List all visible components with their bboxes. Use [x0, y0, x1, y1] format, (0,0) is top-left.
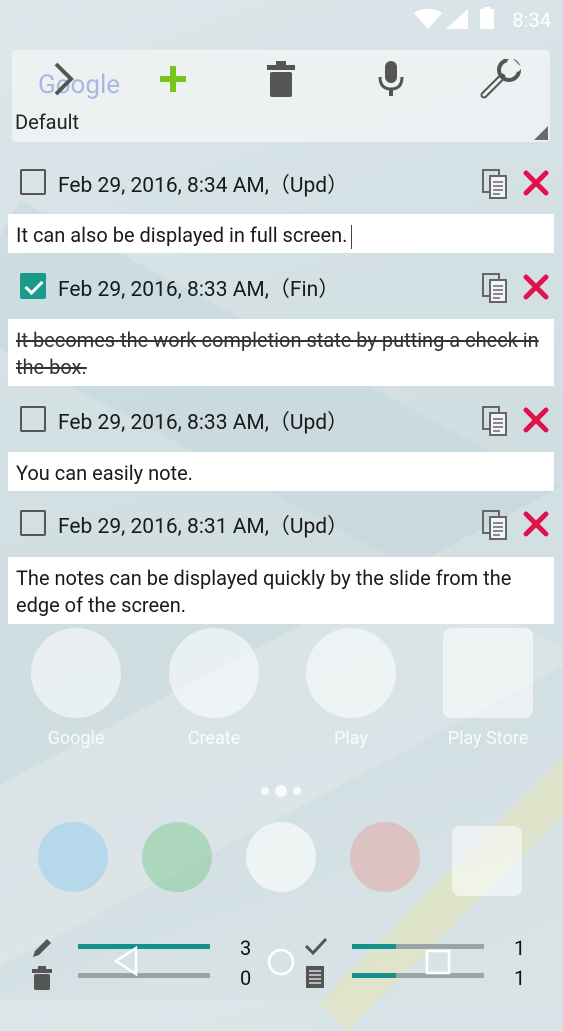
- edit-progress-bar: [78, 944, 210, 949]
- wrench-icon: [480, 59, 523, 99]
- note-text[interactable]: It can also be displayed in full screen.: [8, 214, 554, 253]
- note-text[interactable]: The notes can be displayed quickly by th…: [8, 557, 554, 624]
- note-date: Feb 29, 2016, 8:31 AM,（Upd）: [58, 515, 349, 539]
- home-app-play: Play: [303, 628, 399, 749]
- recents-nav-button[interactable]: [424, 948, 452, 976]
- delete-progress-bar: [78, 973, 210, 978]
- trash-icon: [267, 61, 295, 97]
- memo-progress-bar: [352, 973, 484, 978]
- edit-count: 3: [240, 936, 252, 960]
- back-nav-button[interactable]: [112, 946, 140, 976]
- text-cursor: [351, 224, 353, 249]
- note-checkbox[interactable]: [20, 273, 46, 299]
- note-header: Feb 29, 2016, 8:33 AM,（Fin）: [8, 261, 554, 311]
- add-note-button[interactable]: [148, 54, 198, 104]
- pencil-icon: [33, 939, 51, 957]
- chrome-app-icon: [350, 822, 420, 892]
- memo-count: 1: [514, 966, 526, 990]
- done-progress-bar: [352, 944, 484, 949]
- delete-count: 0: [240, 966, 252, 990]
- settings-button[interactable]: [476, 54, 526, 104]
- signal-icon: [446, 9, 468, 29]
- delete-icon[interactable]: [522, 406, 550, 434]
- note-checkbox[interactable]: [20, 510, 46, 536]
- check-icon: [304, 937, 328, 956]
- voice-input-button[interactable]: [366, 54, 416, 104]
- note-date: Feb 29, 2016, 8:33 AM,（Upd）: [58, 411, 349, 435]
- done-count: 1: [514, 936, 526, 960]
- copy-icon[interactable]: [482, 169, 508, 199]
- wifi-icon: [414, 9, 442, 29]
- note-header: Feb 29, 2016, 8:31 AM,（Upd）: [8, 498, 554, 548]
- memo-icon: [306, 966, 324, 988]
- page-indicator: [258, 780, 304, 799]
- expand-button[interactable]: [38, 54, 88, 104]
- dropdown-corner-icon: [534, 126, 548, 140]
- camera-app-icon: [452, 826, 522, 896]
- trash-icon: [32, 966, 52, 990]
- note-date: Feb 29, 2016, 8:33 AM,（Fin）: [58, 278, 340, 302]
- note-text[interactable]: It becomes the work completion state by …: [8, 319, 554, 386]
- note-checkbox[interactable]: [20, 169, 46, 195]
- hangouts-app-icon: [142, 822, 212, 892]
- phone-app-icon: [38, 822, 108, 892]
- delete-icon[interactable]: [522, 510, 550, 538]
- status-bar: 8:34: [0, 0, 563, 40]
- note-text[interactable]: You can easily note.: [8, 452, 554, 491]
- copy-icon[interactable]: [482, 510, 508, 540]
- microphone-icon: [378, 61, 404, 96]
- note-checkbox[interactable]: [20, 406, 46, 432]
- memo-toolbar: Google Default: [12, 50, 550, 142]
- battery-icon: [480, 7, 494, 29]
- clock: 8:34: [512, 8, 551, 32]
- chevron-right-icon: [54, 62, 74, 96]
- note-date: Feb 29, 2016, 8:34 AM,（Upd）: [58, 174, 349, 198]
- app-drawer-icon: [246, 822, 316, 892]
- copy-icon[interactable]: [482, 406, 508, 436]
- note-header: Feb 29, 2016, 8:34 AM,（Upd）: [8, 157, 554, 207]
- delete-icon[interactable]: [522, 273, 550, 301]
- home-nav-button[interactable]: [266, 947, 296, 977]
- home-app-create: Create: [166, 628, 262, 749]
- copy-icon[interactable]: [482, 273, 508, 303]
- add-icon: [160, 66, 186, 92]
- delete-icon[interactable]: [522, 169, 550, 197]
- home-app-play-store: Play Store: [440, 628, 536, 749]
- category-selector[interactable]: Default: [15, 110, 79, 134]
- delete-all-button[interactable]: [256, 54, 306, 104]
- home-app-google: Google: [28, 628, 124, 749]
- note-header: Feb 29, 2016, 8:33 AM,（Upd）: [8, 394, 554, 444]
